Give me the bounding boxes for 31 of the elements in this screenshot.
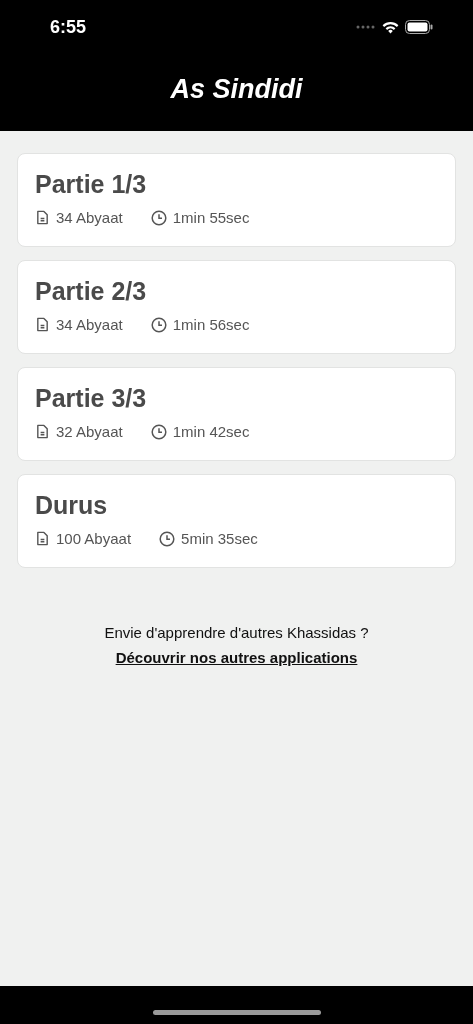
part-title: Partie 1/3 [35, 170, 147, 199]
part-title: Partie 3/3 [35, 384, 147, 413]
part-title: Durus [35, 491, 108, 520]
screen-title: As Sindidi [170, 74, 303, 105]
clock-icon [150, 423, 167, 440]
duration: 1min 56sec [172, 316, 250, 333]
duration: 1min 42sec [172, 423, 250, 440]
clock-icon [150, 209, 167, 226]
document-icon [35, 424, 50, 439]
duration: 1min 55sec [172, 209, 250, 226]
signal-icon [356, 25, 376, 29]
verse-count: 34 Abyaat [56, 209, 123, 226]
document-icon [35, 531, 50, 546]
duration: 5min 35sec [181, 530, 258, 547]
part-title: Partie 2/3 [35, 277, 147, 306]
part-card[interactable]: Durus 100 Abyaat 5min 35sec [17, 474, 456, 568]
wifi-icon [382, 20, 399, 34]
verse-count: 34 Abyaat [56, 316, 123, 333]
clock-icon [150, 316, 167, 333]
footer-prompt: Envie d'apprendre d'autres Khassidas ? [104, 624, 369, 641]
status-time: 6:55 [50, 16, 87, 38]
part-card[interactable]: Partie 2/3 34 Abyaat 1min 56sec [17, 260, 456, 354]
document-icon [35, 317, 50, 332]
verse-count: 100 Abyaat [56, 530, 132, 547]
document-icon [35, 210, 50, 225]
verse-count: 32 Abyaat [56, 423, 123, 440]
apps-link[interactable]: Découvrir nos autres applications [115, 649, 358, 666]
part-card[interactable]: Partie 1/3 34 Abyaat 1min 55sec [17, 153, 456, 247]
part-card[interactable]: Partie 3/3 32 Abyaat 1min 42sec [17, 367, 456, 461]
clock-icon [159, 530, 176, 547]
battery-icon [405, 20, 433, 34]
